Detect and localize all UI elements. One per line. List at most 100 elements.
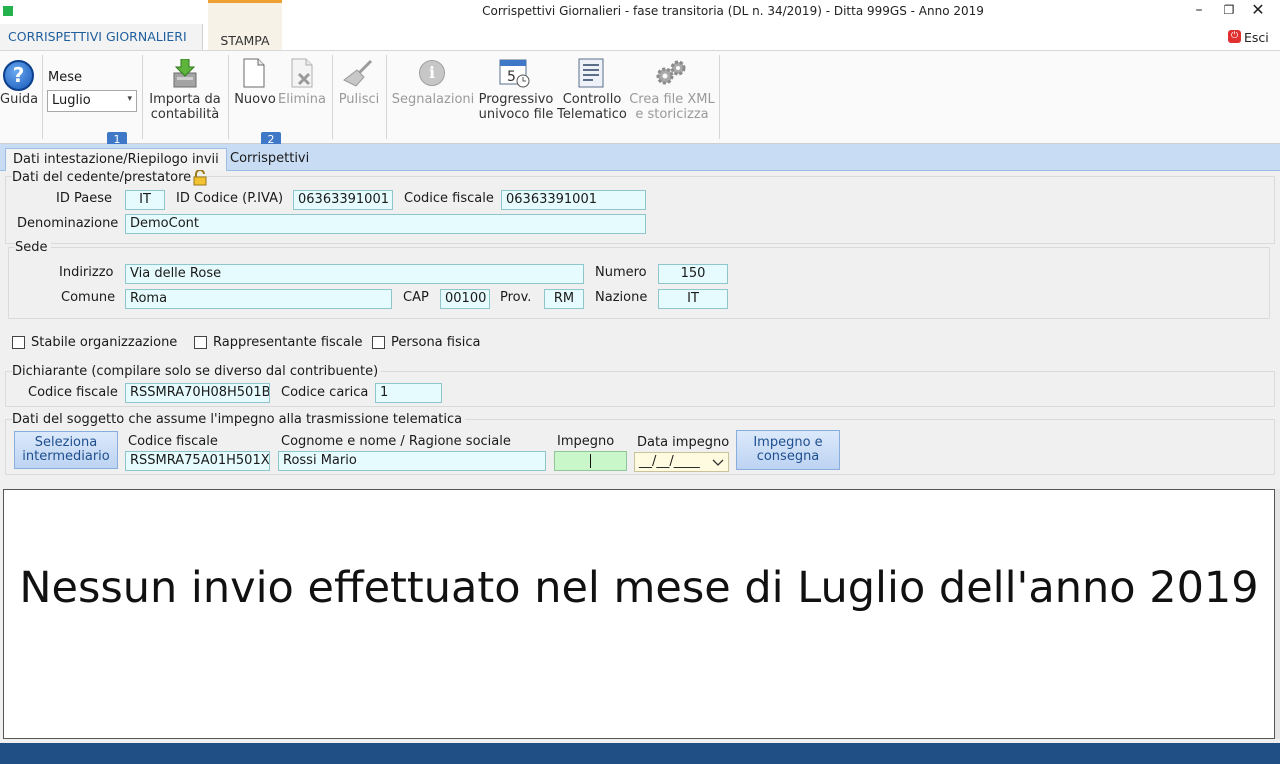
impegno-consegna-button[interactable]: Impegno e consegna [736, 430, 840, 470]
ribbon-tab-bar: CORRISPETTIVI GIORNALIERI Esci [0, 24, 1280, 50]
codice-carica-label: Codice carica [281, 385, 369, 400]
content-tab-bar: Dati intestazione/Riepilogo invii Corris… [0, 144, 1280, 171]
cedente-section-title: Dati del cedente/prestatore [12, 170, 194, 185]
nazione-field[interactable]: IT [658, 289, 728, 309]
segnalazioni-button[interactable]: Segnalazioni [391, 92, 475, 107]
consegna-label-2: consegna [756, 449, 820, 464]
dichiarante-section-title: Dichiarante (compilare solo se diverso d… [12, 364, 382, 379]
cap-label: CAP [403, 290, 429, 305]
restore-icon[interactable]: ❐ [1214, 0, 1244, 22]
prov-label: Prov. [500, 290, 532, 305]
cognome-nome-field[interactable]: Rossi Mario [278, 451, 546, 471]
crea-xml-button[interactable]: Crea file XML e storicizza [628, 92, 716, 122]
new-document-icon [242, 58, 266, 92]
sede-section-title: Sede [15, 240, 51, 255]
data-impegno-field[interactable]: __/__/____ [634, 452, 729, 472]
esci-label: Esci [1244, 30, 1269, 45]
impegno-field[interactable] [554, 451, 627, 471]
denominazione-label: Denominazione [17, 216, 119, 231]
window-title: Corrispettivi Giornalieri - fase transit… [482, 4, 984, 18]
indirizzo-label: Indirizzo [59, 265, 114, 280]
comune-field[interactable]: Roma [125, 289, 392, 309]
comune-label: Comune [61, 290, 116, 305]
ribbon-separator [719, 55, 720, 139]
calendar-counter-icon: 5 [499, 57, 531, 93]
chevron-down-icon[interactable] [711, 453, 725, 471]
indirizzo-field[interactable]: Via delle Rose [125, 264, 584, 284]
crea-label-1: Crea file XML [629, 92, 715, 107]
cedente-codice-fiscale-field[interactable]: 06363391001 [501, 190, 646, 210]
denominazione-field[interactable]: DemoCont [125, 214, 646, 234]
scrollbar[interactable] [1275, 489, 1280, 739]
tab-corrispettivi-giornalieri[interactable]: CORRISPETTIVI GIORNALIERI [0, 24, 203, 50]
ribbon-separator [386, 55, 387, 139]
id-paese-label: ID Paese [56, 191, 112, 206]
dichiarante-codice-fiscale-field[interactable]: RSSMRA70H08H501B [125, 383, 270, 403]
svg-text:5: 5 [507, 69, 516, 85]
ribbon-separator [228, 55, 229, 139]
text-cursor [590, 454, 591, 468]
help-icon[interactable]: ? [3, 60, 34, 91]
status-bar [0, 743, 1280, 764]
cognome-nome-label: Cognome e nome / Ragione sociale [281, 434, 511, 449]
tab-stampa[interactable]: STAMPA [208, 0, 282, 50]
esci-button[interactable]: Esci [1244, 30, 1269, 45]
prov-field[interactable]: RM [544, 289, 584, 309]
importa-button[interactable]: Importa da contabilità [146, 92, 224, 122]
impegno-codice-fiscale-label: Codice fiscale [128, 434, 218, 449]
nuovo-button[interactable]: Nuovo [232, 92, 278, 107]
codice-carica-field[interactable]: 1 [375, 383, 442, 403]
impegno-label: Impegno [557, 434, 615, 449]
id-paese-field[interactable]: IT [125, 190, 165, 210]
progressivo-label-2: univoco file [478, 107, 554, 122]
ribbon-separator [42, 55, 43, 139]
dichiarante-codice-fiscale-label: Codice fiscale [28, 385, 118, 400]
info-icon: i [419, 60, 445, 86]
seleziona-intermediario-button[interactable]: Seleziona intermediario [14, 431, 118, 469]
elimina-button[interactable]: Elimina [278, 92, 326, 107]
broom-icon [343, 59, 375, 91]
numero-label: Numero [595, 265, 647, 280]
data-impegno-value: __/__/____ [639, 454, 700, 469]
power-icon: ⏻ [1228, 30, 1241, 43]
delete-document-icon [290, 58, 314, 92]
lock-icon[interactable] [192, 169, 208, 190]
tab-corrispettivi[interactable]: Corrispettivi [223, 148, 316, 171]
persona-label: Persona fisica [391, 335, 481, 350]
cap-field[interactable]: 00100 [440, 289, 490, 309]
gears-icon [654, 59, 688, 91]
stabile-checkbox[interactable] [12, 336, 25, 349]
seleziona-label-1: Seleziona [34, 435, 98, 450]
id-codice-field[interactable]: 06363391001 [293, 190, 393, 210]
tab-dati-intestazione[interactable]: Dati intestazione/Riepilogo invii [5, 148, 227, 171]
seleziona-label-2: intermediario [22, 449, 110, 464]
data-impegno-label: Data impegno [637, 435, 730, 450]
stabile-label: Stabile organizzazione [31, 335, 178, 350]
nazione-label: Nazione [595, 290, 648, 305]
persona-checkbox[interactable] [372, 336, 385, 349]
ribbon-separator [332, 55, 333, 139]
rappresentante-checkbox[interactable] [194, 336, 207, 349]
invii-panel: Nessun invio effettuato nel mese di Lugl… [3, 489, 1275, 739]
consegna-label-1: Impegno e [753, 435, 823, 450]
import-icon [172, 58, 198, 93]
pulisci-button[interactable]: Pulisci [336, 92, 382, 107]
controllo-button[interactable]: Controllo Telematico [556, 92, 628, 122]
importa-label-2: contabilità [150, 107, 220, 122]
controllo-label-2: Telematico [557, 107, 627, 122]
rappresentante-label: Rappresentante fiscale [213, 335, 363, 350]
ribbon-separator [142, 55, 143, 139]
progressivo-button[interactable]: Progressivo univoco file [476, 92, 556, 122]
minimize-icon[interactable]: – [1184, 0, 1214, 22]
title-bar: Corrispettivi Giornalieri - fase transit… [0, 0, 1280, 24]
importa-label-1: Importa da [149, 92, 221, 107]
guida-button[interactable]: Guida [0, 92, 38, 107]
controllo-label-1: Controllo [562, 92, 622, 107]
close-icon[interactable]: ✕ [1243, 0, 1273, 22]
numero-field[interactable]: 150 [658, 264, 728, 284]
empty-state-message: Nessun invio effettuato nel mese di Lugl… [19, 563, 1259, 613]
impegno-codice-fiscale-field[interactable]: RSSMRA75A01H501X [125, 451, 270, 471]
ribbon: ? Guida Mese Luglio Importa da contabili… [0, 50, 1280, 144]
mese-select[interactable]: Luglio [47, 90, 137, 112]
mese-value: Luglio [52, 93, 91, 108]
